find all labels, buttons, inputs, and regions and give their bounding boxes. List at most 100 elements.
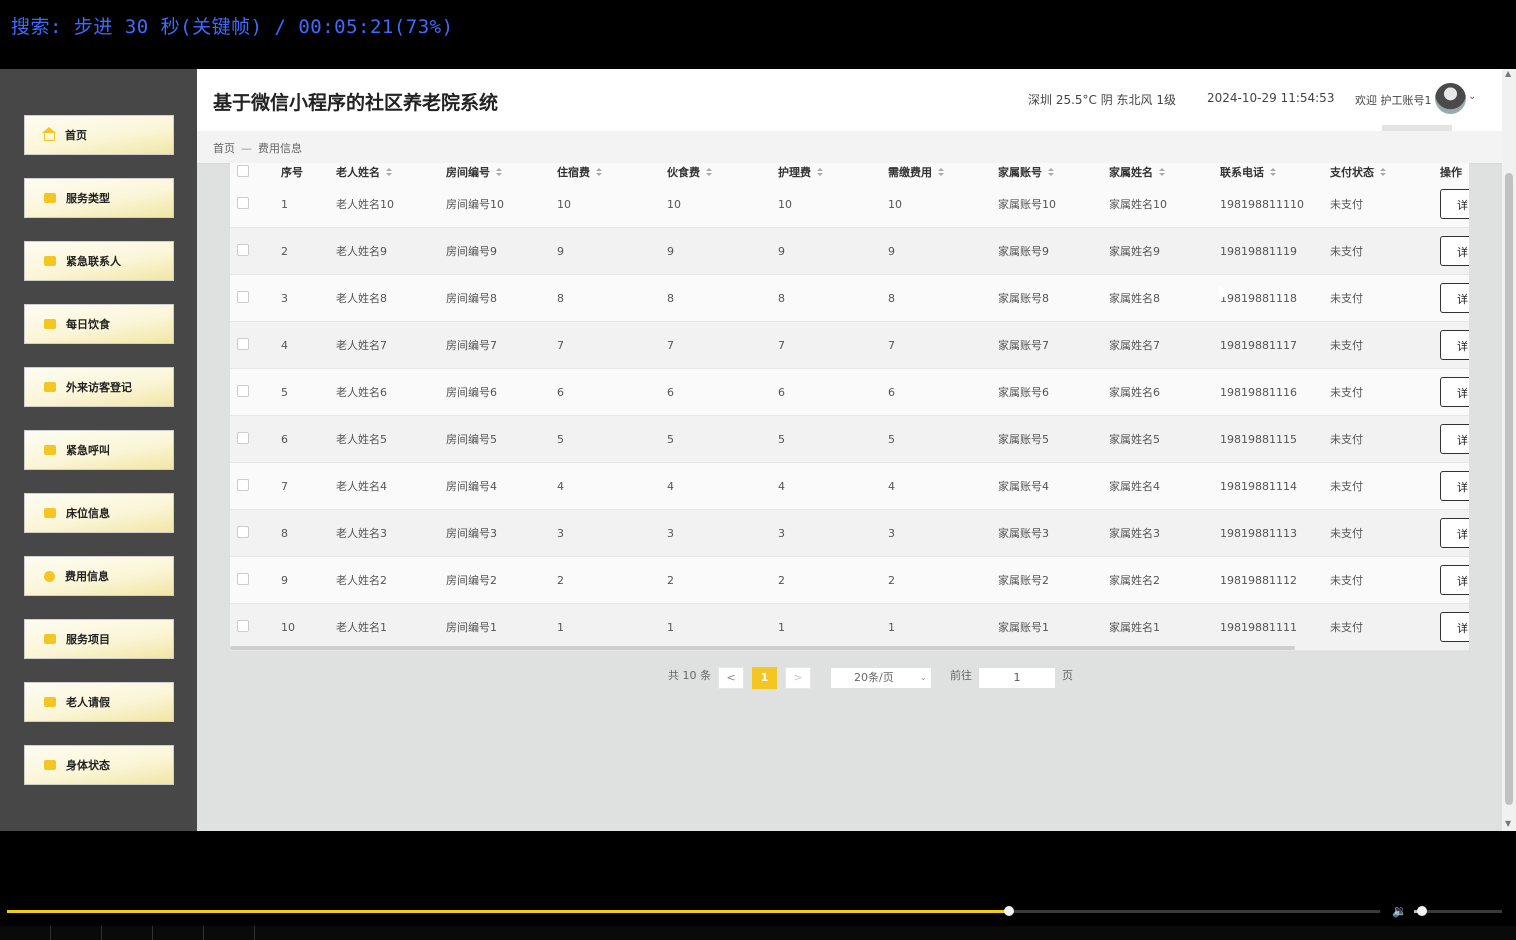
- row-checkbox[interactable]: [237, 384, 249, 397]
- table-row[interactable]: 4 老人姓名7 房间编号7 7 7 7 7 家属账号7 家属姓名7 19819881117 未支付详: [230, 321, 1469, 369]
- volume-icon[interactable]: 🔉: [1392, 904, 1407, 918]
- row-checkbox[interactable]: [237, 619, 249, 632]
- table-cell: 8: [557, 274, 667, 322]
- page-1-button[interactable]: 1: [752, 667, 777, 689]
- goto-page-input[interactable]: 1: [978, 667, 1056, 689]
- table-cell: 未支付: [1330, 321, 1440, 369]
- row-checkbox[interactable]: [237, 572, 249, 585]
- next-page-button[interactable]: >: [785, 667, 811, 689]
- col-header-pay-status[interactable]: 支付状态: [1330, 163, 1440, 181]
- table-row[interactable]: 5 老人姓名6 房间编号6 6 6 6 6 家属账号6 家属姓名6 19819881116 未支付详: [230, 368, 1469, 416]
- row-checkbox[interactable]: [237, 337, 249, 350]
- col-header-label: 家属姓名: [1109, 166, 1153, 179]
- col-header-family-account[interactable]: 家属账号: [998, 163, 1109, 181]
- table-cell: 9: [281, 556, 336, 604]
- table-row[interactable]: 1 老人姓名10 房间编号10 10 10 10 10 家属账号10 家属姓名10 1981988…: [230, 181, 1469, 228]
- scroll-down-icon[interactable]: ▼: [1505, 819, 1511, 828]
- fee-table: 序号 老人姓名 房间编号 住宿费 伙食费 护理费 需缴费用 家属账号 家属姓名 …: [230, 163, 1469, 651]
- col-header-label: 需缴费用: [888, 166, 932, 179]
- row-checkbox[interactable]: [237, 525, 249, 538]
- row-checkbox[interactable]: [237, 243, 249, 256]
- table-cell: 5: [667, 415, 778, 463]
- sidebar-item-bed-info[interactable]: 床位信息: [24, 493, 174, 533]
- table-cell: 4: [667, 462, 778, 510]
- sidebar-item-home[interactable]: 首页: [24, 115, 174, 155]
- prev-page-button[interactable]: <: [718, 667, 744, 689]
- chevron-down-icon[interactable]: ⌄: [1468, 91, 1476, 102]
- col-header-amount-due[interactable]: 需缴费用: [888, 163, 998, 181]
- sidebar-item-daily-meal[interactable]: 每日饮食: [24, 304, 174, 344]
- detail-button[interactable]: 详: [1440, 518, 1469, 548]
- table-cell: 未支付: [1330, 415, 1440, 463]
- col-header-family-name[interactable]: 家属姓名: [1109, 163, 1220, 181]
- table-row[interactable]: 2 老人姓名9 房间编号9 9 9 9 9 家属账号9 家属姓名9 19819881119 未支付详: [230, 227, 1469, 275]
- detail-button[interactable]: 详: [1440, 612, 1469, 642]
- table-cell: 未支付: [1330, 368, 1440, 416]
- table-cell: 3: [888, 509, 998, 557]
- volume-slider[interactable]: [1414, 910, 1502, 913]
- detail-button[interactable]: 详: [1440, 471, 1469, 501]
- actions-cell: 详: [1440, 274, 1469, 322]
- col-header-room-no[interactable]: 房间编号: [446, 163, 557, 181]
- row-checkbox[interactable]: [237, 290, 249, 303]
- detail-button[interactable]: 详: [1440, 424, 1469, 454]
- col-header-elder-name[interactable]: 老人姓名: [336, 163, 446, 181]
- row-checkbox[interactable]: [237, 196, 249, 209]
- select-all-checkbox[interactable]: [237, 164, 249, 177]
- page-title: 基于微信小程序的社区养老院系统: [213, 92, 499, 114]
- table-cell: 家属账号10: [998, 181, 1109, 228]
- table-row[interactable]: 3 老人姓名8 房间编号8 8 8 8 8 家属账号8 家属姓名8 19819881118 未支付详: [230, 274, 1469, 322]
- scrollbar-thumb[interactable]: [1505, 173, 1513, 805]
- avatar[interactable]: [1435, 83, 1466, 114]
- sidebar-item-service-type[interactable]: 服务类型: [24, 178, 174, 218]
- table-cell: 房间编号10: [446, 181, 557, 228]
- detail-button[interactable]: 详: [1440, 236, 1469, 266]
- scroll-up-icon[interactable]: ▲: [1505, 69, 1511, 78]
- row-select-cell: [230, 227, 281, 275]
- col-header-lodging-fee[interactable]: 住宿费: [557, 163, 667, 181]
- table-row[interactable]: 10 老人姓名1 房间编号1 1 1 1 1 家属账号1 家属姓名1 19819881111 未支付…: [230, 603, 1469, 651]
- row-checkbox[interactable]: [237, 478, 249, 491]
- horizontal-scrollbar[interactable]: [230, 646, 1295, 650]
- table-cell: 7: [281, 462, 336, 510]
- detail-button[interactable]: 详: [1440, 283, 1469, 313]
- col-header-care-fee[interactable]: 护理费: [778, 163, 888, 181]
- table-cell: 5: [778, 415, 888, 463]
- table-cell: 19819881113: [1220, 509, 1330, 557]
- vertical-scrollbar[interactable]: ▲ ▼: [1502, 69, 1516, 831]
- table-row[interactable]: 8 老人姓名3 房间编号3 3 3 3 3 家属账号3 家属姓名3 19819881113 未支付详: [230, 509, 1469, 557]
- leave-icon: [44, 697, 56, 707]
- sidebar-item-emergency-contact[interactable]: 紧急联系人: [24, 241, 174, 281]
- row-select-cell: [230, 368, 281, 416]
- detail-button[interactable]: 详: [1440, 330, 1469, 360]
- breadcrumb-home[interactable]: 首页: [213, 142, 235, 155]
- table-row[interactable]: 7 老人姓名4 房间编号4 4 4 4 4 家属账号4 家属姓名4 19819881114 未支付详: [230, 462, 1469, 510]
- table-cell: 198198811110: [1220, 181, 1330, 228]
- detail-button[interactable]: 详: [1440, 565, 1469, 595]
- volume-knob[interactable]: [1417, 906, 1427, 916]
- sidebar-item-label: 紧急联系人: [66, 255, 121, 268]
- sidebar-item-health-status[interactable]: 身体状态: [24, 745, 174, 785]
- col-header-phone[interactable]: 联系电话: [1220, 163, 1330, 181]
- sidebar-item-visitor-registration[interactable]: 外来访客登记: [24, 367, 174, 407]
- table-row[interactable]: 9 老人姓名2 房间编号2 2 2 2 2 家属账号2 家属姓名2 19819881112 未支付详: [230, 556, 1469, 604]
- table-row[interactable]: 6 老人姓名5 房间编号5 5 5 5 5 家属账号5 家属姓名5 19819881115 未支付详: [230, 415, 1469, 463]
- page-size-select[interactable]: 20条/页 ⌄: [830, 667, 932, 689]
- detail-button[interactable]: 详: [1440, 189, 1469, 219]
- goto-label: 前往: [950, 669, 972, 682]
- table-cell: 10: [281, 603, 336, 651]
- sidebar-item-elder-leave[interactable]: 老人请假: [24, 682, 174, 722]
- sidebar-item-emergency-call[interactable]: 紧急呼叫: [24, 430, 174, 470]
- table-cell: 房间编号8: [446, 274, 557, 322]
- seek-bar-knob[interactable]: [1004, 906, 1014, 916]
- detail-button[interactable]: 详: [1440, 377, 1469, 407]
- table-cell: 1: [557, 603, 667, 651]
- table-cell: 3: [778, 509, 888, 557]
- sidebar-item-service-project[interactable]: 服务项目: [24, 619, 174, 659]
- table-cell: 家属姓名9: [1109, 227, 1220, 275]
- row-checkbox[interactable]: [237, 431, 249, 444]
- fee-icon: [44, 570, 55, 582]
- table-cell: 8: [281, 509, 336, 557]
- col-header-meal-fee[interactable]: 伙食费: [667, 163, 778, 181]
- sidebar-item-fee-info[interactable]: 费用信息: [24, 556, 174, 596]
